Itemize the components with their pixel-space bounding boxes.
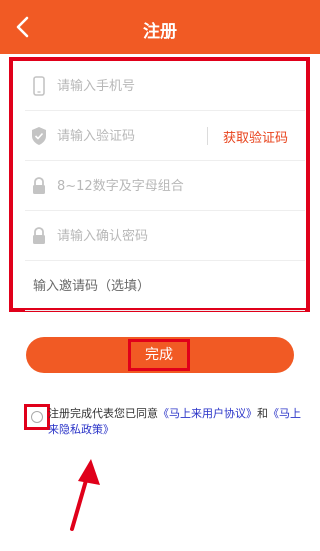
registration-form: 获取验证码 [9, 57, 310, 312]
invite-row [25, 261, 305, 311]
phone-input[interactable] [57, 75, 287, 97]
annotation-arrow-icon [70, 459, 100, 531]
radio-circle-icon [31, 411, 43, 423]
header-bar: 注册 [0, 0, 320, 54]
confirm-password-input[interactable] [57, 225, 287, 247]
submit-label: 完成 [128, 339, 190, 371]
agreement-text: 注册完成代表您已同意《马上来用户协议》和《马上来隐私政策》 [48, 406, 302, 438]
password-row [25, 161, 305, 211]
verification-code-input[interactable] [57, 125, 207, 147]
phone-row [25, 61, 305, 111]
lock-icon [33, 177, 45, 194]
invite-code-input[interactable] [33, 275, 263, 297]
page-title: 注册 [143, 22, 177, 42]
submit-button[interactable]: 完成 [26, 337, 294, 373]
agreement-prefix: 注册完成代表您已同意 [48, 407, 158, 420]
confirm-password-row [25, 211, 305, 261]
agreement-checkbox[interactable] [24, 404, 50, 430]
password-input[interactable] [57, 175, 287, 197]
shield-icon [32, 127, 46, 145]
divider [207, 127, 208, 145]
phone-icon [33, 76, 45, 96]
code-row: 获取验证码 [25, 111, 305, 161]
lock-icon [33, 227, 45, 244]
get-code-button[interactable]: 获取验证码 [223, 127, 288, 146]
user-agreement-link[interactable]: 《马上来用户协议》 [158, 407, 257, 420]
agreement-connector: 和 [257, 407, 268, 420]
